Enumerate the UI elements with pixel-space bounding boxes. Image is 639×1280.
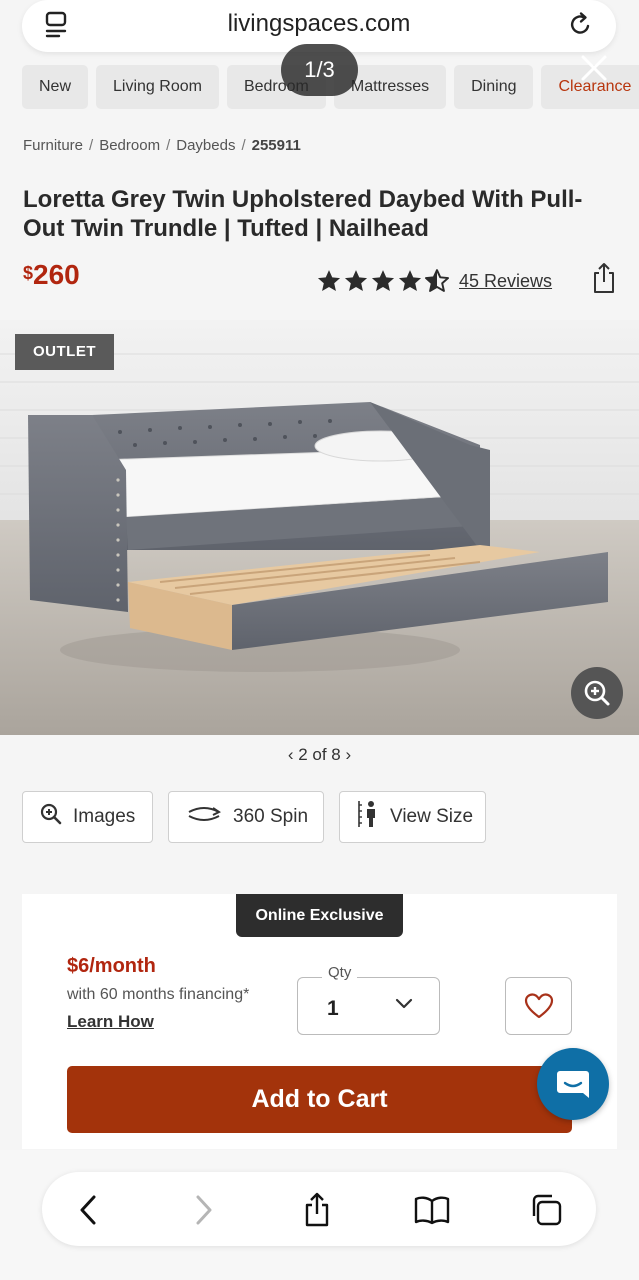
star-icon bbox=[398, 270, 422, 291]
qty-value: 1 bbox=[327, 997, 339, 1020]
monthly-price: $6/month bbox=[67, 955, 156, 977]
share-icon[interactable] bbox=[297, 1190, 337, 1230]
product-price: $260 bbox=[23, 259, 80, 291]
product-image[interactable] bbox=[0, 320, 639, 735]
chip-new[interactable]: New bbox=[22, 65, 89, 109]
financing-text: with 60 months financing* bbox=[67, 986, 250, 1003]
chevron-right-icon[interactable]: › bbox=[346, 745, 352, 764]
breadcrumb-separator: / bbox=[241, 137, 246, 154]
image-pager: ‹ 2 of 8 › bbox=[0, 745, 639, 765]
magnifier-plus-icon bbox=[39, 802, 63, 832]
spin-label: 360 Spin bbox=[233, 806, 309, 827]
breadcrumb-separator: / bbox=[166, 137, 171, 154]
add-to-cart-button[interactable]: Add to Cart bbox=[67, 1066, 572, 1133]
images-label: Images bbox=[73, 806, 136, 827]
breadcrumb-furniture[interactable]: Furniture bbox=[23, 137, 83, 154]
browser-toolbar bbox=[42, 1172, 596, 1246]
star-icon bbox=[344, 270, 368, 291]
rotate-360-icon bbox=[185, 804, 223, 830]
close-icon[interactable] bbox=[578, 52, 610, 84]
images-button[interactable]: Images bbox=[22, 791, 153, 843]
url-domain[interactable]: livingspaces.com bbox=[22, 10, 616, 38]
star-icon bbox=[371, 270, 395, 291]
chat-button[interactable] bbox=[537, 1048, 609, 1120]
half-star-icon bbox=[424, 269, 450, 292]
quantity-select[interactable] bbox=[297, 977, 440, 1035]
zoom-button[interactable] bbox=[571, 667, 623, 719]
view-size-button[interactable]: View Size bbox=[339, 791, 486, 843]
breadcrumb: Furniture / Bedroom / Daybeds / 255911 bbox=[23, 137, 301, 154]
outlet-badge: OUTLET bbox=[15, 334, 114, 370]
pager-text: 2 of 8 bbox=[298, 745, 341, 764]
price-amount: 260 bbox=[33, 259, 80, 290]
wishlist-button[interactable] bbox=[505, 977, 572, 1035]
breadcrumb-separator: / bbox=[89, 137, 94, 154]
breadcrumb-daybeds[interactable]: Daybeds bbox=[176, 137, 235, 154]
reload-icon[interactable] bbox=[568, 10, 594, 38]
view-size-label: View Size bbox=[390, 806, 474, 827]
breadcrumb-current: 255911 bbox=[251, 137, 301, 154]
chip-living-room[interactable]: Living Room bbox=[96, 65, 219, 109]
spin-button[interactable]: 360 Spin bbox=[168, 791, 324, 843]
breadcrumb-bedroom[interactable]: Bedroom bbox=[99, 137, 160, 154]
forward-icon[interactable] bbox=[184, 1190, 224, 1230]
image-counter: 1/3 bbox=[281, 44, 358, 96]
product-title: Loretta Grey Twin Upholstered Daybed Wit… bbox=[23, 186, 583, 242]
person-ruler-icon bbox=[356, 799, 380, 835]
online-exclusive-badge: Online Exclusive bbox=[236, 894, 403, 937]
reviews-link[interactable]: 45 Reviews bbox=[459, 271, 552, 292]
bookmarks-icon[interactable] bbox=[412, 1190, 452, 1230]
tabs-icon[interactable] bbox=[526, 1190, 566, 1230]
price-currency: $ bbox=[23, 263, 34, 283]
zoom-in-icon bbox=[584, 680, 610, 706]
chip-dining[interactable]: Dining bbox=[454, 65, 534, 109]
qty-label: Qty bbox=[322, 964, 358, 981]
chevron-down-icon[interactable] bbox=[394, 996, 414, 1012]
learn-how-link[interactable]: Learn How bbox=[67, 1012, 154, 1032]
back-icon[interactable] bbox=[68, 1190, 108, 1230]
heart-icon bbox=[524, 993, 553, 1019]
chat-icon bbox=[557, 1071, 589, 1098]
rating-stars[interactable] bbox=[316, 268, 451, 294]
share-icon[interactable] bbox=[590, 261, 618, 295]
star-icon bbox=[317, 270, 341, 291]
chevron-left-icon[interactable]: ‹ bbox=[288, 745, 294, 764]
